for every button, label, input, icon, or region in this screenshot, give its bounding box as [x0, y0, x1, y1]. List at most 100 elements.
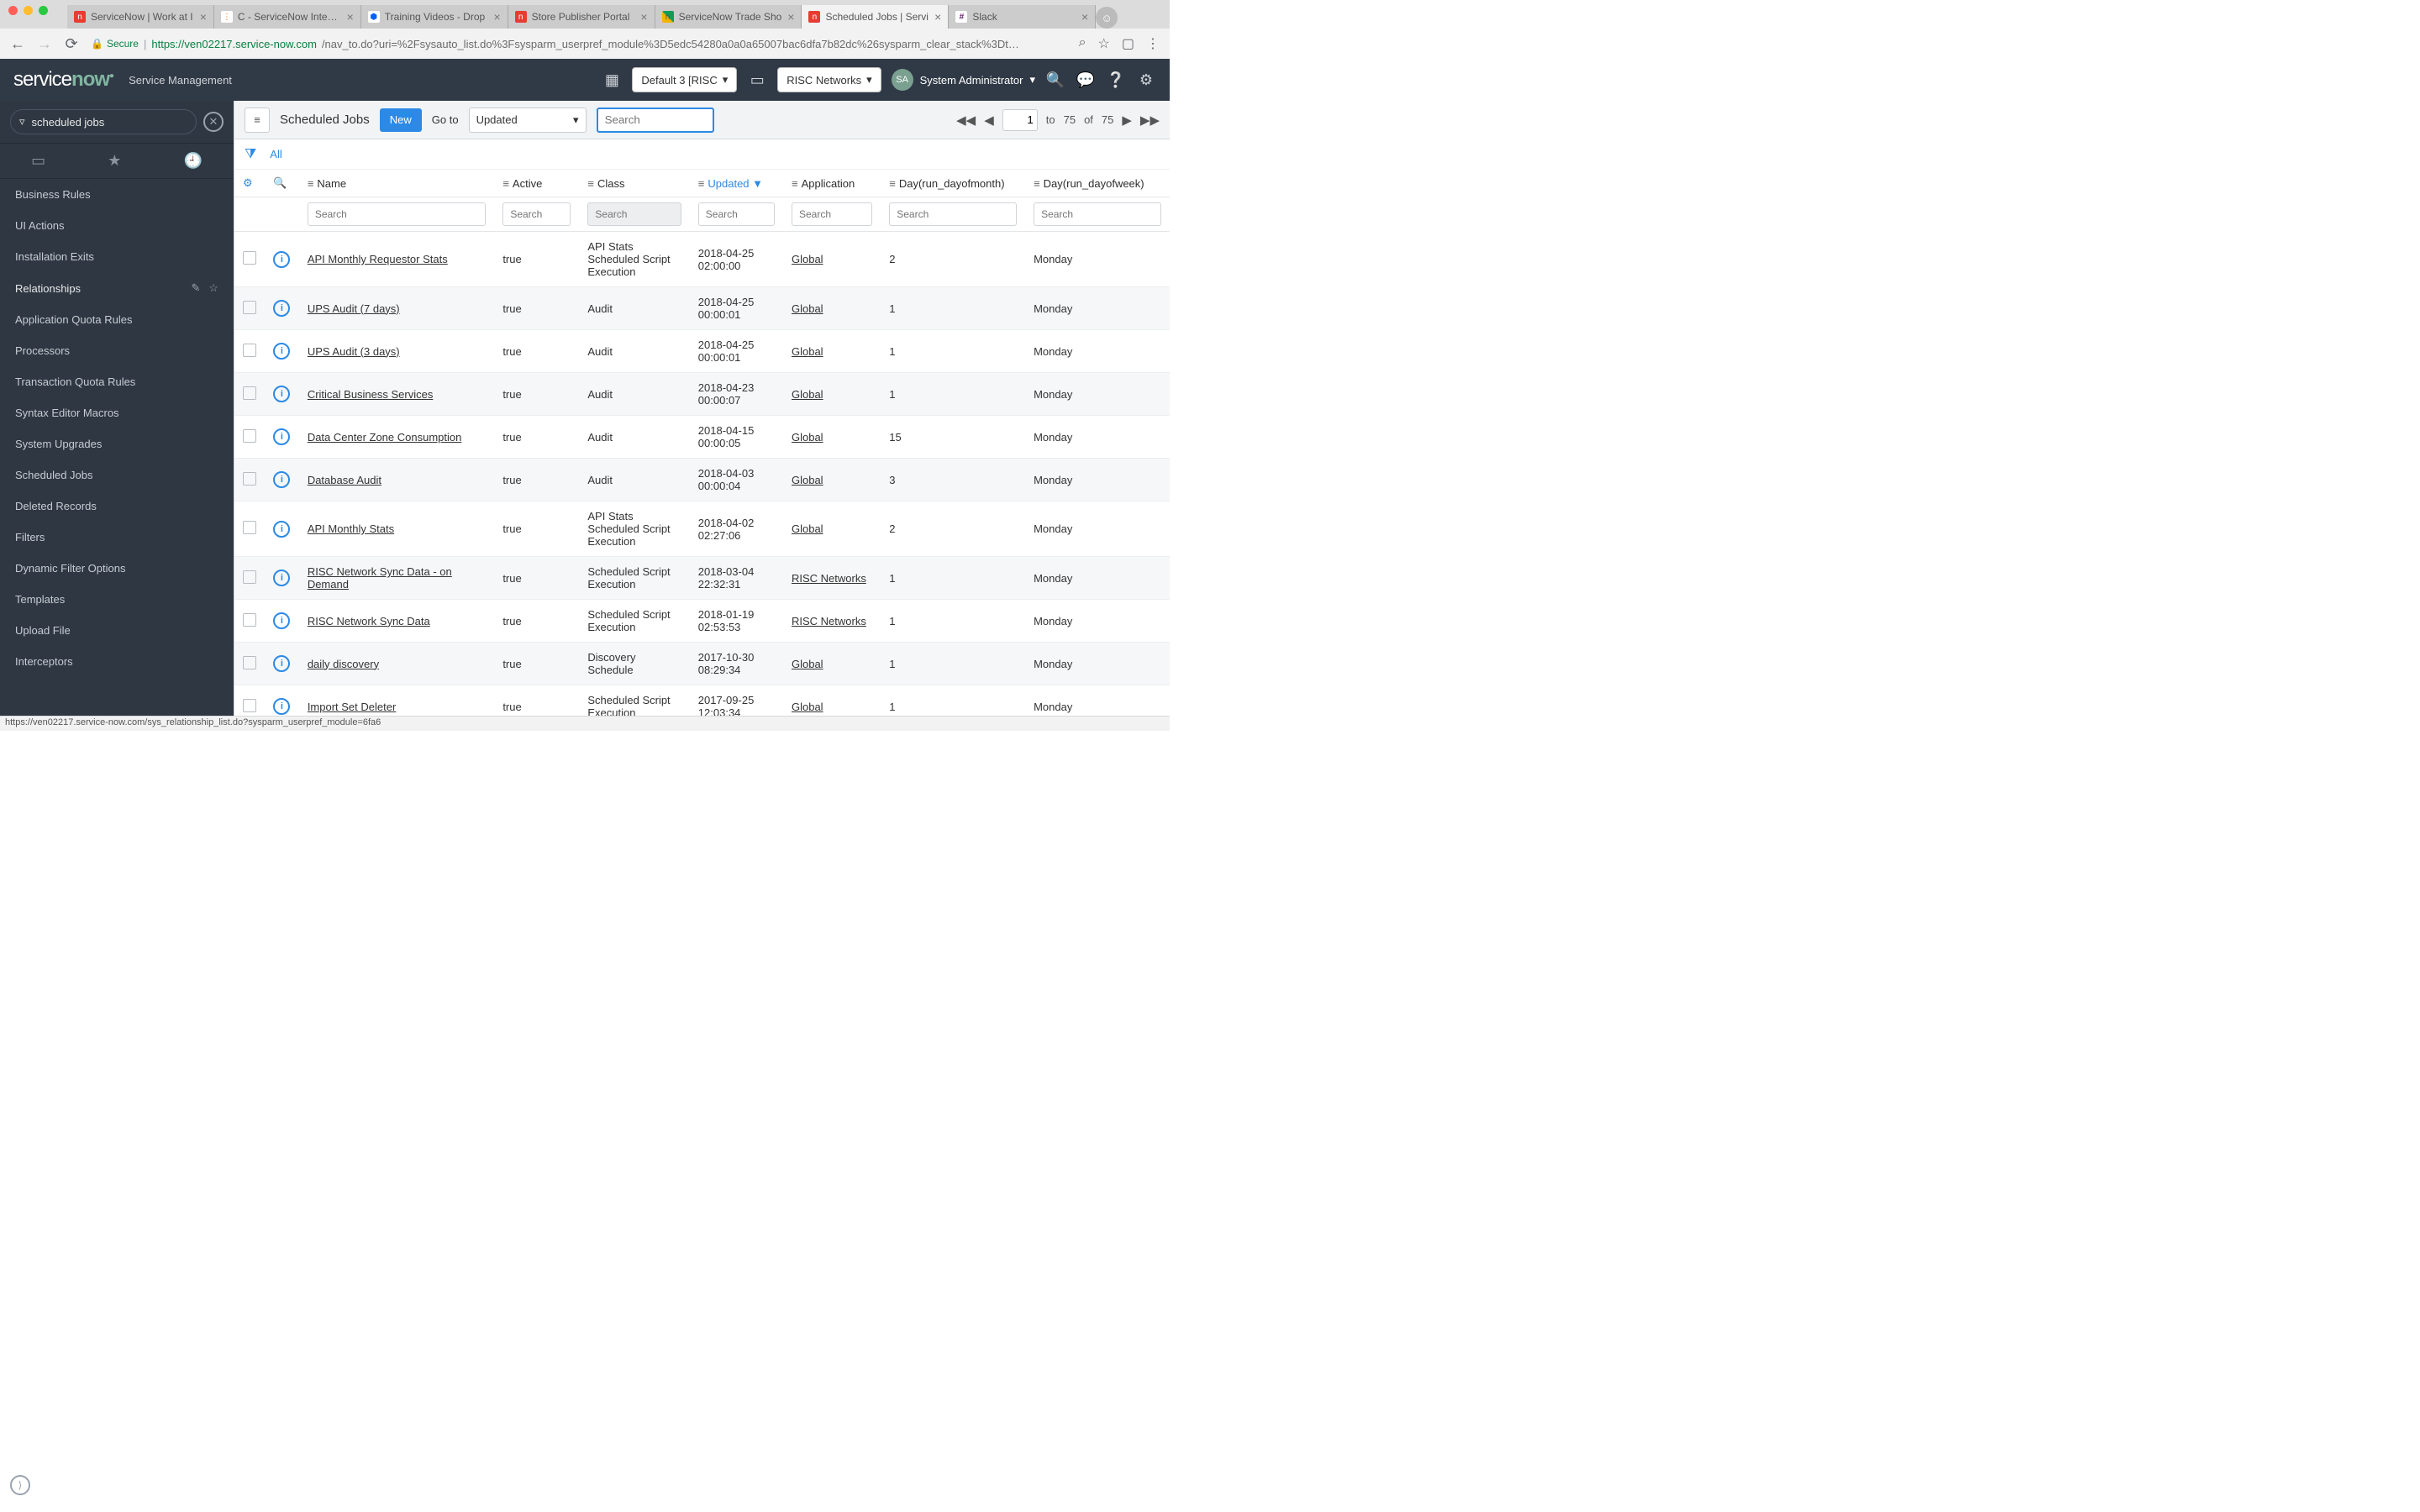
last-page-button[interactable]: ▶▶ — [1140, 113, 1160, 128]
funnel-icon[interactable]: ⧩ — [245, 147, 256, 162]
info-icon[interactable]: i — [273, 655, 290, 672]
cell-name[interactable]: UPS Audit (3 days) — [308, 345, 400, 358]
row-checkbox[interactable] — [243, 301, 256, 314]
forward-button[interactable]: → — [37, 35, 52, 53]
browser-tab[interactable]: nStore Publisher Portal× — [508, 5, 655, 29]
nav-expand-button[interactable]: ⟩ — [10, 1475, 30, 1495]
info-icon[interactable]: i — [273, 570, 290, 586]
cell-name[interactable]: daily discovery — [308, 658, 379, 670]
goto-field-select[interactable]: Updated ▾ — [469, 108, 587, 133]
info-icon[interactable]: i — [273, 612, 290, 629]
close-tab-icon[interactable]: × — [347, 10, 354, 24]
extension-icon[interactable]: ▢ — [1122, 35, 1134, 52]
nav-module-item[interactable]: System Upgrades✎☆ — [0, 428, 234, 459]
column-search-name[interactable] — [308, 202, 487, 226]
application-picker[interactable]: RISC Networks▾ — [777, 67, 881, 92]
reload-button[interactable]: ⟳ — [64, 35, 79, 53]
cell-application[interactable]: Global — [792, 253, 823, 265]
info-icon[interactable]: i — [273, 251, 290, 268]
cell-application[interactable]: Global — [792, 388, 823, 401]
info-icon[interactable]: i — [273, 471, 290, 488]
application-icon[interactable]: ▭ — [747, 71, 767, 89]
next-page-button[interactable]: ▶ — [1122, 113, 1132, 128]
nav-filter-input[interactable]: ▿ scheduled jobs — [10, 109, 197, 134]
update-set-picker[interactable]: Default 3 [RISC▾ — [632, 67, 737, 92]
menu-icon[interactable]: ⋮ — [1146, 35, 1160, 52]
column-search-updated[interactable] — [698, 202, 775, 226]
close-tab-icon[interactable]: × — [200, 10, 207, 24]
cell-name[interactable]: Data Center Zone Consumption — [308, 431, 462, 444]
cell-name[interactable]: Import Set Deleter — [308, 701, 397, 713]
row-checkbox[interactable] — [243, 472, 256, 486]
user-menu[interactable]: SA System Administrator ▾ — [892, 69, 1035, 91]
update-set-icon[interactable]: ▦ — [602, 71, 622, 89]
nav-module-item[interactable]: Interceptors✎☆ — [0, 646, 234, 677]
cell-name[interactable]: UPS Audit (7 days) — [308, 302, 400, 315]
search-icon[interactable]: 🔍 — [1045, 71, 1065, 89]
close-tab-icon[interactable]: × — [1081, 10, 1088, 24]
row-checkbox[interactable] — [243, 344, 256, 357]
new-button[interactable]: New — [380, 108, 422, 132]
minimize-window[interactable] — [24, 6, 33, 15]
cell-application[interactable]: Global — [792, 431, 823, 444]
cell-application[interactable]: Global — [792, 474, 823, 486]
column-search-dow[interactable] — [1034, 202, 1161, 226]
col-search-toggle[interactable]: 🔍 — [265, 170, 298, 197]
cell-application[interactable]: RISC Networks — [792, 615, 866, 627]
nav-module-item[interactable]: Application Quota Rules✎☆ — [0, 304, 234, 335]
browser-tab[interactable]: nScheduled Jobs | Servi× — [802, 5, 949, 29]
nav-module-item[interactable]: Templates✎☆ — [0, 584, 234, 615]
row-checkbox[interactable] — [243, 699, 256, 712]
nav-module-item[interactable]: Scheduled Jobs✎☆ — [0, 459, 234, 491]
cell-name[interactable]: Critical Business Services — [308, 388, 434, 401]
close-window[interactable] — [8, 6, 18, 15]
first-page-button[interactable]: ◀◀ — [956, 113, 976, 128]
cell-name[interactable]: RISC Network Sync Data - on Demand — [308, 565, 452, 591]
row-checkbox[interactable] — [243, 386, 256, 400]
cell-name[interactable]: API Monthly Stats — [308, 522, 394, 535]
nav-module-item[interactable]: Filters✎☆ — [0, 522, 234, 553]
column-header-dom[interactable]: ≡Day(run_dayofmonth) — [881, 170, 1025, 197]
close-tab-icon[interactable]: × — [934, 10, 941, 24]
row-checkbox[interactable] — [243, 570, 256, 584]
key-icon[interactable]: ⌕ — [1079, 35, 1086, 52]
cell-application[interactable]: Global — [792, 658, 823, 670]
list-menu-button[interactable]: ≡ — [245, 108, 270, 133]
star-icon[interactable]: ☆ — [208, 281, 218, 295]
cell-application[interactable]: Global — [792, 701, 823, 713]
browser-tab[interactable]: ⬢Training Videos - Drop× — [361, 5, 508, 29]
star-icon[interactable]: ☆ — [1098, 35, 1110, 52]
chat-icon[interactable]: 💬 — [1076, 71, 1096, 89]
favorites-icon[interactable]: ★ — [108, 152, 121, 170]
logo[interactable]: servicenow● — [13, 68, 113, 92]
cell-application[interactable]: Global — [792, 302, 823, 315]
column-search-application[interactable] — [792, 202, 872, 226]
all-apps-icon[interactable]: ▭ — [31, 152, 45, 170]
column-header-dow[interactable]: ≡Day(run_dayofweek) — [1025, 170, 1170, 197]
profile-chip[interactable]: ☺ — [1096, 7, 1118, 29]
nav-module-item[interactable]: Syntax Editor Macros✎☆ — [0, 397, 234, 428]
column-search-dom[interactable] — [889, 202, 1017, 226]
nav-module-item[interactable]: UI Actions✎☆ — [0, 210, 234, 241]
nav-filter-clear[interactable]: ✕ — [203, 112, 224, 132]
col-gear[interactable]: ⚙ — [234, 170, 265, 197]
row-checkbox[interactable] — [243, 429, 256, 443]
column-header-name[interactable]: ≡Name — [299, 170, 495, 197]
gear-icon[interactable]: ⚙ — [1136, 71, 1156, 89]
close-tab-icon[interactable]: × — [493, 10, 500, 24]
prev-page-button[interactable]: ◀ — [984, 113, 994, 128]
close-tab-icon[interactable]: × — [787, 10, 794, 24]
browser-tab[interactable]: nServiceNow Trade Sho× — [655, 5, 802, 29]
goto-search-input[interactable] — [597, 108, 714, 133]
cell-application[interactable]: Global — [792, 522, 823, 535]
browser-tab[interactable]: nServiceNow | Work at I× — [67, 5, 214, 29]
cell-name[interactable]: RISC Network Sync Data — [308, 615, 430, 627]
info-icon[interactable]: i — [273, 343, 290, 360]
close-tab-icon[interactable]: × — [640, 10, 647, 24]
nav-module-item[interactable]: Dynamic Filter Options✎☆ — [0, 553, 234, 584]
edit-icon[interactable]: ✎ — [191, 281, 200, 295]
nav-module-item[interactable]: Upload File✎☆ — [0, 615, 234, 646]
column-header-class[interactable]: ≡Class — [579, 170, 689, 197]
pager-from-input[interactable] — [1002, 109, 1038, 131]
info-icon[interactable]: i — [273, 521, 290, 538]
